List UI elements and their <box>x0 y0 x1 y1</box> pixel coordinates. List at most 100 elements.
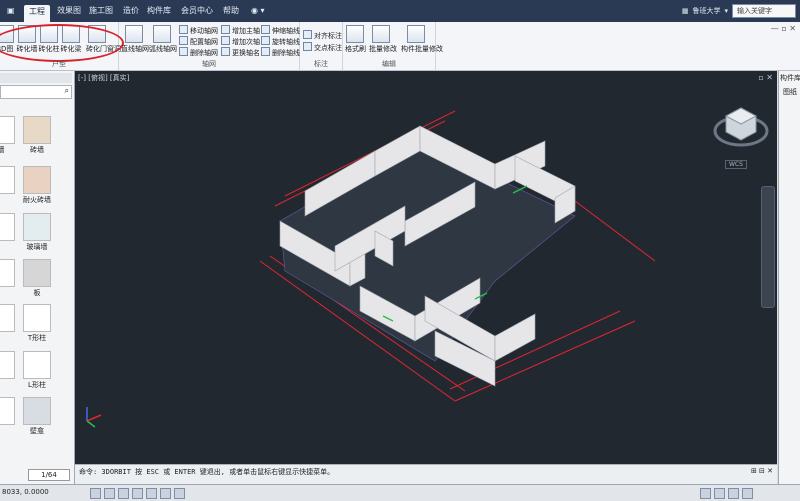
library-item-11[interactable] <box>0 351 16 379</box>
polar-icon[interactable] <box>132 488 143 499</box>
library-item-slab[interactable]: 板 <box>22 259 52 298</box>
search-input[interactable]: 输入关键字 <box>732 4 796 18</box>
app-menu-button[interactable]: ▣ <box>2 4 20 18</box>
fullscreen-icon[interactable] <box>728 488 739 499</box>
format-brush-button[interactable]: 格式刷 <box>345 25 366 54</box>
straight-axis-button[interactable]: 直线轴网 <box>121 25 149 54</box>
tab-cost[interactable]: 造价 <box>118 4 144 18</box>
group-huxing: 3D图 砖化墙 砖化柱 砖化梁 砖化门窗洞 户型 <box>0 22 124 70</box>
niche-thumb <box>23 397 51 425</box>
command-line[interactable]: 命令: 3DORBIT 按 ESC 或 ENTER 键退出, 或者单击鼠标右键显… <box>75 464 777 485</box>
add-main-axis-button[interactable]: 增加主轴 <box>221 25 260 35</box>
grid-icon <box>125 25 143 43</box>
batch-edit-button[interactable]: 批量修改 <box>369 25 397 54</box>
stretch-icon <box>261 25 270 34</box>
snap-icon[interactable] <box>90 488 101 499</box>
config-icon <box>179 36 188 45</box>
library-item-3[interactable] <box>0 166 16 194</box>
arc-axis-button[interactable]: 弧线轴网 <box>149 25 177 54</box>
config-axis-button[interactable]: 配置轴网 <box>179 36 218 46</box>
library-search-input[interactable]: ⌕ <box>0 85 72 99</box>
user-name[interactable]: 鲁班大学 <box>692 6 720 16</box>
grid-icon[interactable] <box>104 488 115 499</box>
align-dimension-button[interactable]: 对齐标注 <box>303 30 342 40</box>
user-icon[interactable]: ▦ <box>682 7 689 15</box>
cmd-controls[interactable]: ⊞ ⊟ ✕ <box>751 467 773 475</box>
tab-rendering[interactable]: 效果图 <box>52 4 86 18</box>
delete-axis-button[interactable]: 删除轴网 <box>179 47 218 57</box>
library-item-7[interactable] <box>0 259 16 287</box>
drawing-label[interactable]: 图纸 <box>783 87 797 97</box>
coordinate-readout: 8033, 0.0000 <box>2 488 49 496</box>
osnap-icon[interactable] <box>146 488 157 499</box>
batch-edit-icon <box>372 25 390 43</box>
delete-icon <box>261 47 270 56</box>
page-indicator[interactable]: 1/64 <box>28 469 70 481</box>
panel-header <box>0 73 72 83</box>
quick-access-dropdown[interactable]: ◉ ▾ <box>246 4 270 18</box>
dropdown-icon[interactable]: ▾ <box>724 7 728 15</box>
intersection-dimension-button[interactable]: 交点标注 <box>303 42 342 52</box>
rotate-axis-button[interactable]: 旋转轴线 <box>261 36 300 46</box>
library-item-wall[interactable]: 墙 <box>0 116 16 155</box>
rename-icon <box>221 47 230 56</box>
tab-help[interactable]: 帮助 <box>218 4 244 18</box>
ucs-axis-icon <box>86 407 102 428</box>
delete-icon <box>179 47 188 56</box>
lock-icon[interactable] <box>714 488 725 499</box>
group-title-axis: 轴网 <box>202 60 216 68</box>
add-sub-axis-button[interactable]: 增加次轴 <box>221 36 260 46</box>
otrack-icon[interactable] <box>160 488 171 499</box>
viewport-controls[interactable]: ▫ ✕ <box>758 73 773 82</box>
search-icon[interactable]: ⌕ <box>65 86 69 96</box>
group-axis: 直线轴网 弧线轴网 移动轴网 配置轴网 删除轴网 增加主轴 增加次轴 更换轴名 … <box>119 22 300 70</box>
settings-icon[interactable] <box>742 488 753 499</box>
status-bar: 8033, 0.0000 <box>0 484 800 501</box>
library-item-9[interactable] <box>0 304 16 332</box>
wcs-label[interactable]: WCS <box>725 160 747 169</box>
move-axis-button[interactable]: 移动轴网 <box>179 25 218 35</box>
component-batch-edit-button[interactable]: 构件批量修改 <box>401 25 443 54</box>
library-item-brick-wall[interactable]: 砖墙 <box>22 116 52 155</box>
ortho-icon[interactable] <box>118 488 129 499</box>
library-item-firebrick-wall[interactable]: 耐火砖墙 <box>22 166 52 205</box>
right-panel: 构件库 图纸 <box>778 71 800 484</box>
3d-viewport[interactable]: [-] [俯视] [真实] WCS ▫ ✕ <box>75 71 777 464</box>
rename-axis-button[interactable]: 更换轴名 <box>221 47 260 57</box>
delete-axisline-button[interactable]: 删除轴线 <box>261 47 300 57</box>
library-item-13[interactable] <box>0 397 16 425</box>
group-title-huxing: 户型 <box>52 60 66 68</box>
l-column-thumb <box>23 351 51 379</box>
menu-bar: ▣ 工程 效果图 施工图 造价 构件库 会员中心 帮助 ◉ ▾ ▦ 鲁班大学 ▾… <box>0 0 800 22</box>
right-panel-title[interactable]: 构件库 <box>780 73 800 83</box>
tab-membership[interactable]: 会员中心 <box>176 4 218 18</box>
floorplan-model <box>86 110 656 428</box>
navigation-bar[interactable] <box>761 186 775 308</box>
cross-icon <box>303 42 312 51</box>
add-icon <box>221 25 230 34</box>
library-item-t-column[interactable]: T形柱 <box>22 304 52 343</box>
tab-library[interactable]: 构件库 <box>142 4 176 18</box>
viewcube[interactable]: WCS <box>711 96 771 169</box>
group-title-annotation: 标注 <box>314 60 328 68</box>
window-controls[interactable]: — ▫ ✕ <box>771 24 796 33</box>
tab-construction[interactable]: 施工图 <box>84 4 118 18</box>
group-annotation: 对齐标注 交点标注 标注 <box>300 22 343 70</box>
command-text: 命令: 3DORBIT 按 ESC 或 ENTER 键退出, 或者单击鼠标右键显… <box>79 468 335 476</box>
highlight-annotation <box>0 24 124 62</box>
slab-thumb <box>23 259 51 287</box>
dimension-icon <box>303 30 312 39</box>
lineweight-icon[interactable] <box>174 488 185 499</box>
library-item-niche[interactable]: 壁龛 <box>22 397 52 436</box>
tab-project[interactable]: 工程 <box>24 5 50 22</box>
stretch-axis-button[interactable]: 伸缩轴线 <box>261 25 300 35</box>
viewcube-icon[interactable] <box>711 96 771 156</box>
arc-grid-icon <box>153 25 171 43</box>
firebrick-thumb <box>23 166 51 194</box>
library-item-5[interactable] <box>0 213 16 241</box>
brush-icon <box>346 25 364 43</box>
brick-wall-thumb <box>23 116 51 144</box>
library-item-l-column[interactable]: L形柱 <box>22 351 52 390</box>
workspace-icon[interactable] <box>700 488 711 499</box>
library-item-glass-wall[interactable]: 玻璃墙 <box>22 213 52 252</box>
